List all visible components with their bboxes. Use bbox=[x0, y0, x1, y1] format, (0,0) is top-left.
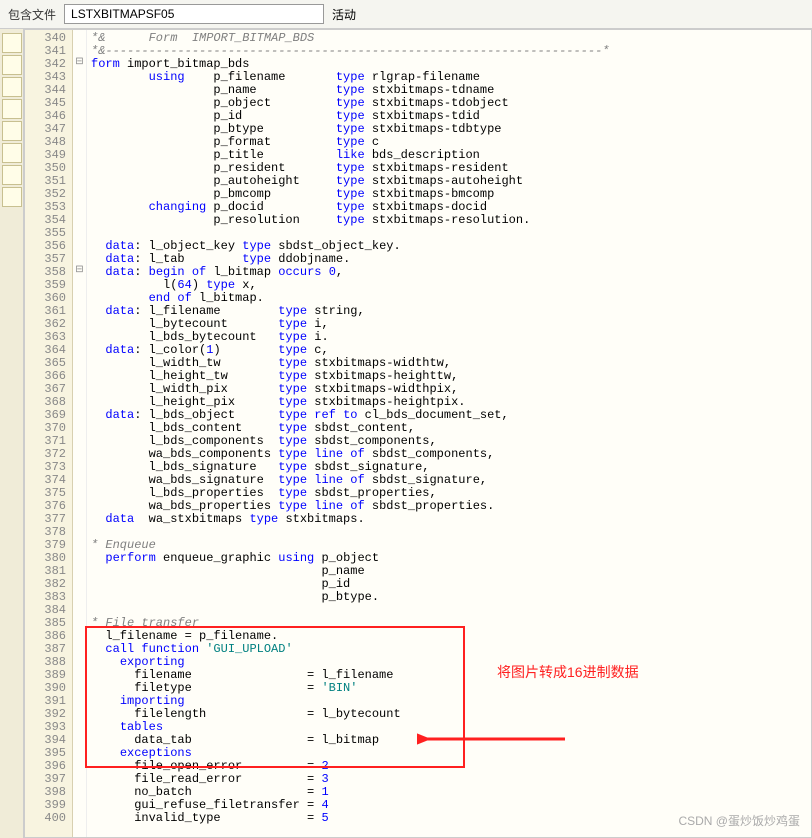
code-editor[interactable]: 3403413423433443453463473483493503513523… bbox=[24, 29, 812, 838]
toolbar-button[interactable] bbox=[2, 77, 22, 97]
fold-marker bbox=[73, 615, 86, 628]
fold-marker bbox=[73, 602, 86, 615]
toolbar-button[interactable] bbox=[2, 33, 22, 53]
left-toolbar bbox=[0, 29, 24, 838]
fold-marker[interactable]: ⊟ bbox=[73, 56, 86, 69]
fold-marker bbox=[73, 199, 86, 212]
fold-marker bbox=[73, 563, 86, 576]
fold-marker bbox=[73, 147, 86, 160]
fold-marker bbox=[73, 212, 86, 225]
fold-marker bbox=[73, 95, 86, 108]
fold-marker bbox=[73, 381, 86, 394]
fold-marker bbox=[73, 511, 86, 524]
fold-marker bbox=[73, 706, 86, 719]
fold-marker bbox=[73, 407, 86, 420]
line-number: 400 bbox=[27, 812, 66, 825]
fold-marker bbox=[73, 693, 86, 706]
fold-marker bbox=[73, 134, 86, 147]
fold-marker bbox=[73, 654, 86, 667]
fold-column[interactable]: ⊟⊟ bbox=[73, 30, 87, 837]
fold-marker bbox=[73, 251, 86, 264]
fold-marker bbox=[73, 186, 86, 199]
code-line[interactable]: call function 'GUI_UPLOAD' bbox=[91, 643, 807, 656]
fold-marker bbox=[73, 524, 86, 537]
fold-marker bbox=[73, 173, 86, 186]
fold-marker bbox=[73, 576, 86, 589]
fold-marker bbox=[73, 745, 86, 758]
fold-marker bbox=[73, 420, 86, 433]
fold-marker bbox=[73, 719, 86, 732]
include-file-label: 包含文件 bbox=[8, 6, 56, 23]
code-line[interactable]: filetype = 'BIN' bbox=[91, 682, 807, 695]
status-label: 活动 bbox=[332, 6, 356, 23]
fold-marker bbox=[73, 225, 86, 238]
line-number-gutter: 3403413423433443453463473483493503513523… bbox=[25, 30, 73, 837]
fold-marker bbox=[73, 680, 86, 693]
fold-marker bbox=[73, 342, 86, 355]
fold-marker bbox=[73, 784, 86, 797]
code-line[interactable]: p_resolution type stxbitmaps-resolution. bbox=[91, 214, 807, 227]
fold-marker bbox=[73, 641, 86, 654]
fold-marker bbox=[73, 797, 86, 810]
main-area: 3403413423433443453463473483493503513523… bbox=[0, 29, 812, 838]
fold-marker bbox=[73, 628, 86, 641]
fold-marker bbox=[73, 290, 86, 303]
fold-marker bbox=[73, 69, 86, 82]
fold-marker bbox=[73, 433, 86, 446]
code-line[interactable] bbox=[91, 526, 807, 539]
toolbar-button[interactable] bbox=[2, 55, 22, 75]
fold-marker bbox=[73, 459, 86, 472]
fold-marker bbox=[73, 485, 86, 498]
fold-marker bbox=[73, 82, 86, 95]
fold-marker bbox=[73, 537, 86, 550]
fold-marker bbox=[73, 368, 86, 381]
annotation-text: 将图片转成16进制数据 bbox=[497, 666, 639, 679]
fold-marker bbox=[73, 771, 86, 784]
fold-marker bbox=[73, 277, 86, 290]
fold-marker bbox=[73, 303, 86, 316]
code-line[interactable]: data_tab = l_bitmap bbox=[91, 734, 807, 747]
fold-marker[interactable]: ⊟ bbox=[73, 264, 86, 277]
fold-marker bbox=[73, 732, 86, 745]
toolbar-button[interactable] bbox=[2, 143, 22, 163]
fold-marker bbox=[73, 667, 86, 680]
fold-marker bbox=[73, 550, 86, 563]
fold-marker bbox=[73, 810, 86, 823]
fold-marker bbox=[73, 758, 86, 771]
fold-marker bbox=[73, 329, 86, 342]
fold-marker bbox=[73, 43, 86, 56]
fold-marker bbox=[73, 498, 86, 511]
fold-marker bbox=[73, 238, 86, 251]
watermark: CSDN @蛋炒饭炒鸡蛋 bbox=[678, 812, 800, 829]
toolbar-button[interactable] bbox=[2, 165, 22, 185]
toolbar: 包含文件 活动 bbox=[0, 0, 812, 29]
fold-marker bbox=[73, 355, 86, 368]
code-area[interactable]: *& Form IMPORT_BITMAP_BDS*&-------------… bbox=[87, 30, 811, 837]
toolbar-button[interactable] bbox=[2, 99, 22, 119]
fold-marker bbox=[73, 446, 86, 459]
fold-marker bbox=[73, 30, 86, 43]
code-line[interactable]: data wa_stxbitmaps type stxbitmaps. bbox=[91, 513, 807, 526]
code-line[interactable]: filelength = l_bytecount bbox=[91, 708, 807, 721]
fold-marker bbox=[73, 394, 86, 407]
fold-marker bbox=[73, 160, 86, 173]
code-line[interactable]: p_btype. bbox=[91, 591, 807, 604]
toolbar-button[interactable] bbox=[2, 187, 22, 207]
fold-marker bbox=[73, 121, 86, 134]
toolbar-button[interactable] bbox=[2, 121, 22, 141]
fold-marker bbox=[73, 589, 86, 602]
fold-marker bbox=[73, 108, 86, 121]
include-file-input[interactable] bbox=[64, 4, 324, 24]
fold-marker bbox=[73, 472, 86, 485]
fold-marker bbox=[73, 316, 86, 329]
